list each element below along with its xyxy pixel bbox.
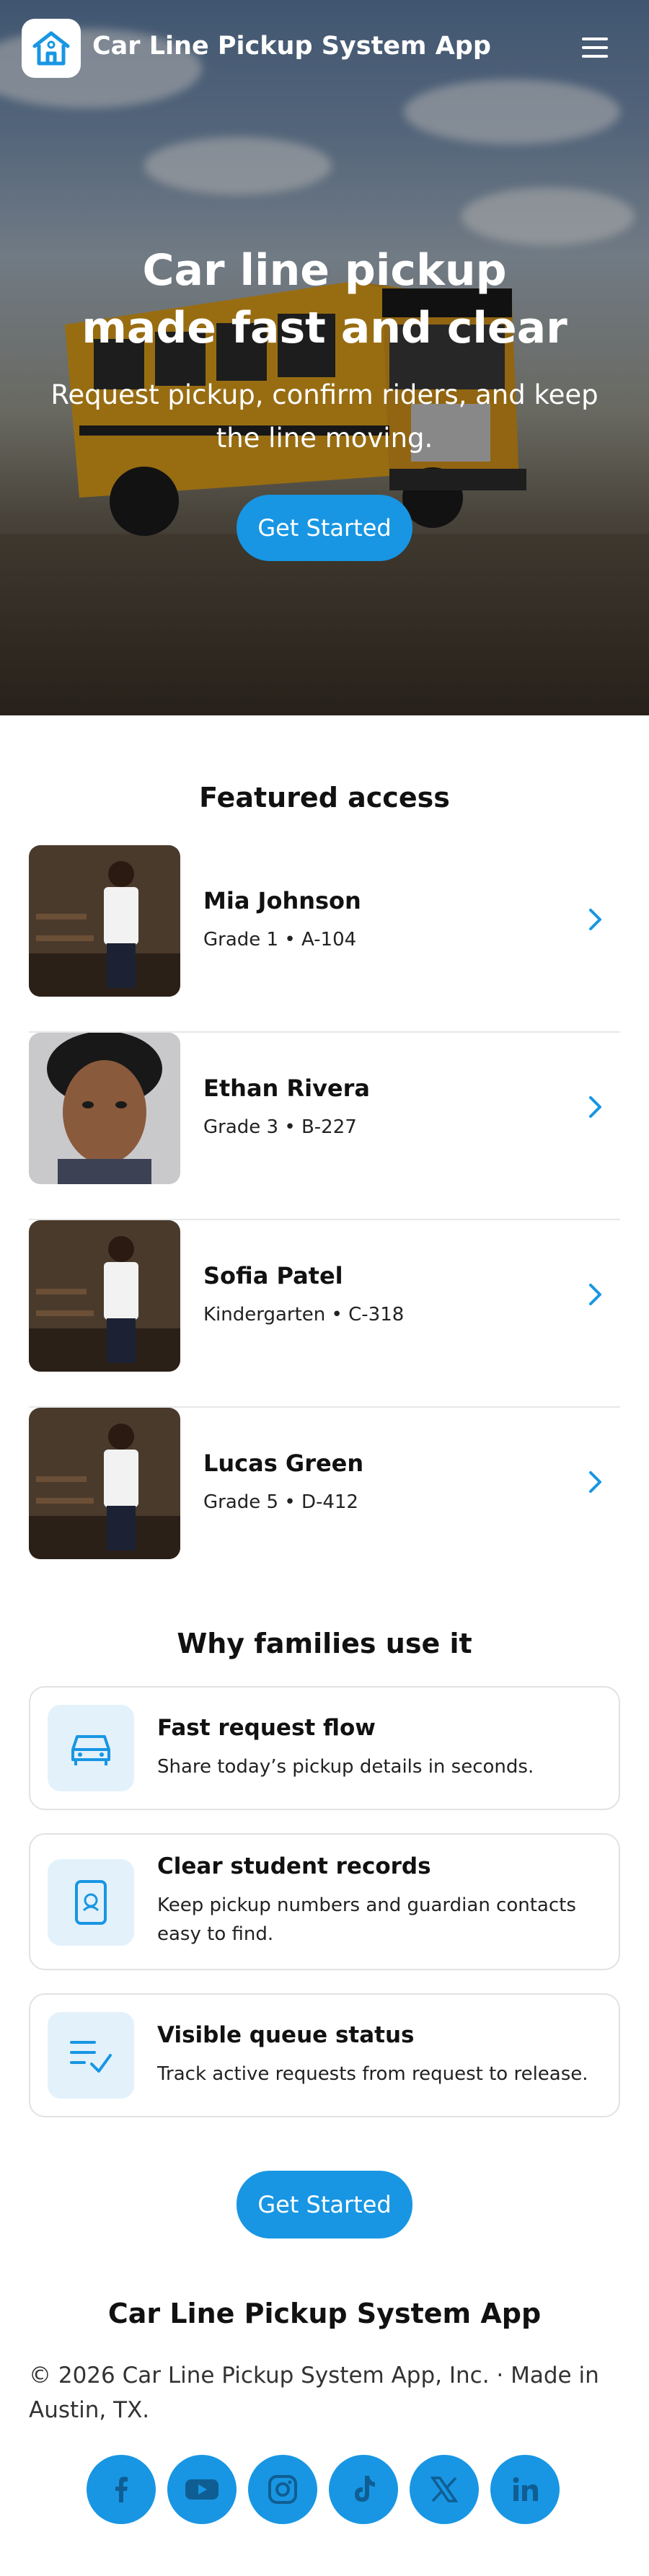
featured-list: Mia Johnson Grade 1 • A-104 Ethan Rivera… [29,845,620,1595]
youtube-icon[interactable] [167,2455,237,2524]
featured-section-title: Featured access [199,782,450,813]
feature-card-title: Clear student records [157,1853,431,1879]
student-name: Mia Johnson [203,887,361,914]
instagram-icon[interactable] [248,2455,317,2524]
hero-title: Car line pickup made fast and clear [0,242,649,357]
student-meta: Grade 1 • A-104 [203,929,357,950]
footer-title: Car Line Pickup System App [107,2298,542,2329]
hero-subtitle: Request pickup, confirm riders, and keep… [50,379,599,454]
chevron-right-icon[interactable] [577,1089,613,1125]
get-started-button[interactable]: Get Started [237,495,412,561]
student-photo [29,1220,180,1372]
get-started-button[interactable]: Get Started [237,2171,412,2238]
x-icon[interactable] [410,2455,479,2524]
student-photo [29,1408,180,1559]
student-name: Sofia Patel [203,1262,343,1289]
chevron-right-icon[interactable] [577,901,613,938]
top-bar: Car Line Pickup System App [0,0,649,94]
checklist-icon [48,2012,134,2099]
list-item[interactable]: Ethan Rivera Grade 3 • B-227 [29,1033,620,1220]
chevron-right-icon[interactable] [577,1464,613,1500]
chevron-right-icon[interactable] [577,1276,613,1313]
student-meta: Grade 5 • D-412 [203,1491,358,1513]
social-links [87,2455,562,2524]
list-item[interactable]: Sofia Patel Kindergarten • C-318 [29,1220,620,1408]
student-name: Lucas Green [203,1450,364,1477]
student-record-icon [48,1859,134,1946]
footer-copyright: © 2026 Car Line Pickup System App, Inc. … [29,2363,599,2423]
feature-card: Fast request flow Share today’s pickup d… [29,1686,620,1810]
student-name: Ethan Rivera [203,1075,370,1102]
feature-card: Visible queue status Track active reques… [29,1993,620,2117]
feature-card-desc: Keep pickup numbers and guardian contact… [157,1894,576,1945]
hero-title-line2: made fast and clear [81,303,568,353]
student-meta: Grade 3 • B-227 [203,1116,357,1138]
feature-card: Clear student records Keep pickup number… [29,1833,620,1970]
student-photo [29,845,180,997]
feature-card-title: Visible queue status [157,2022,415,2048]
list-item[interactable]: Lucas Green Grade 5 • D-412 [29,1408,620,1595]
feature-card-desc: Share today’s pickup details in seconds. [157,1756,534,1778]
feature-card-title: Fast request flow [157,1715,376,1741]
car-icon [48,1705,134,1791]
student-photo [29,1033,180,1184]
feature-card-desc: Track active requests from request to re… [157,2063,588,2085]
tiktok-icon[interactable] [329,2455,398,2524]
app-title[interactable]: Car Line Pickup System App [92,32,491,61]
why-section-title: Why families use it [177,1628,472,1659]
hero-title-line1: Car line pickup [142,245,507,296]
student-meta: Kindergarten • C-318 [203,1304,405,1326]
hero-dim-overlay [0,0,649,715]
school-icon[interactable] [22,19,81,78]
linkedin-icon[interactable] [490,2455,560,2524]
hero-section: Car Line Pickup System App Car line pick… [0,0,649,715]
list-item[interactable]: Mia Johnson Grade 1 • A-104 [29,845,620,1033]
facebook-icon[interactable] [87,2455,156,2524]
hamburger-menu-icon[interactable] [577,33,613,62]
